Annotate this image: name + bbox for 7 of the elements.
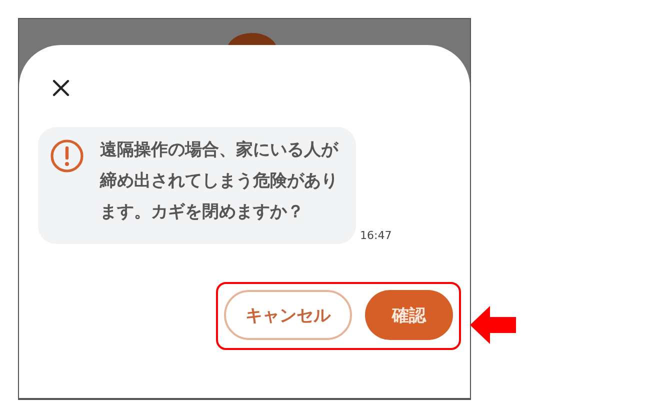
confirm-button[interactable]: 確認 xyxy=(365,290,453,340)
cancel-button[interactable]: キャンセル xyxy=(224,290,352,340)
message-time: 16:47 xyxy=(360,229,392,242)
message-text: 遠隔操作の場合、家にいる人が締め出されてしまう危険があります。カギを閉めますか？ xyxy=(100,139,338,224)
close-icon xyxy=(52,79,70,97)
warning-icon xyxy=(50,139,84,173)
pointer-arrow xyxy=(470,306,516,344)
